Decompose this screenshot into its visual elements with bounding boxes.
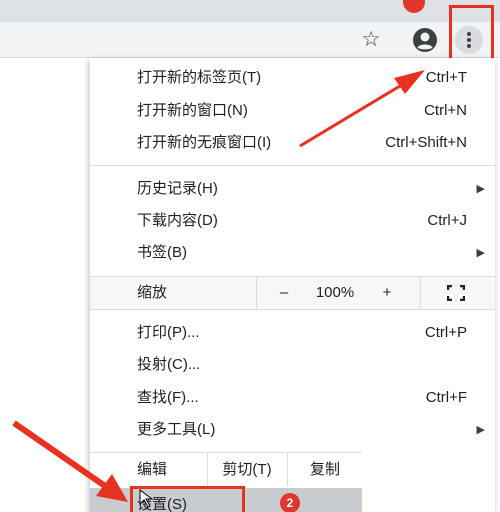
menu-item-label: 投射(C)... [137, 356, 201, 373]
menu-item-cast[interactable]: 投射(C)... [90, 350, 495, 380]
menu-item-shortcut: Ctrl+N [424, 102, 467, 119]
menu-item-label: 打开新的无痕窗口(I) [137, 134, 272, 151]
chrome-main-menu: 打开新的标签页(T) Ctrl+T 打开新的窗口(N) Ctrl+N 打开新的无… [90, 58, 495, 512]
menu-zoom-row: 缩放 – 100% + [90, 276, 495, 310]
fullscreen-icon[interactable] [447, 285, 465, 301]
submenu-arrow-icon: ▶ [476, 424, 485, 436]
menu-edit-row: 编辑 剪切(T) 复制 [90, 452, 362, 486]
annotation-step2-badge: 2 [280, 493, 300, 512]
copy-button[interactable]: 复制 [288, 453, 362, 486]
zoom-level: 100% [315, 284, 355, 301]
menu-item-shortcut: Ctrl+T [425, 69, 467, 86]
bookmark-star-icon[interactable]: ☆ [358, 27, 384, 53]
menu-item-shortcut: Ctrl+F [425, 389, 467, 406]
zoom-divider [256, 277, 257, 309]
menu-item-shortcut: Ctrl+Shift+N [385, 134, 467, 151]
menu-item-label: 更多工具(L) [137, 421, 216, 438]
submenu-arrow-icon: ▶ [476, 183, 485, 195]
menu-item-more-tools[interactable]: 更多工具(L) ▶ [90, 415, 495, 445]
menu-item-shortcut: Ctrl+J [427, 212, 467, 229]
browser-tab-strip [0, 0, 500, 22]
menu-item-label: 历史记录(H) [137, 180, 218, 197]
menu-item-label: 打开新的窗口(N) [137, 102, 248, 119]
menu-item-history[interactable]: 历史记录(H) ▶ [90, 174, 495, 204]
menu-item-bookmarks[interactable]: 书签(B) ▶ [90, 238, 495, 268]
menu-item-label: 打印(P)... [137, 324, 200, 341]
zoom-divider [420, 277, 421, 309]
menu-item-new-tab[interactable]: 打开新的标签页(T) Ctrl+T [90, 63, 495, 93]
menu-item-label: 书签(B) [137, 244, 187, 261]
annotation-menu-highlight-box [449, 5, 494, 64]
profile-avatar-icon[interactable] [412, 27, 438, 53]
menu-item-new-window[interactable]: 打开新的窗口(N) Ctrl+N [90, 96, 495, 126]
zoom-label: 缩放 [137, 284, 168, 301]
menu-item-print[interactable]: 打印(P)... Ctrl+P [90, 318, 495, 348]
submenu-arrow-icon: ▶ [476, 247, 485, 259]
zoom-in-button[interactable]: + [373, 277, 401, 309]
menu-item-label: 打开新的标签页(T) [137, 69, 262, 86]
zoom-out-button[interactable]: – [270, 277, 298, 309]
address-bar[interactable] [0, 27, 395, 53]
menu-item-shortcut: Ctrl+P [424, 324, 467, 341]
menu-separator [90, 165, 495, 166]
cut-button[interactable]: 剪切(T) [208, 453, 286, 486]
menu-item-label: 下载内容(D) [137, 212, 218, 229]
edit-label: 编辑 [137, 461, 168, 478]
annotation-settings-highlight-box [130, 486, 245, 512]
menu-item-label: 查找(F)... [137, 389, 199, 406]
menu-item-find[interactable]: 查找(F)... Ctrl+F [90, 383, 495, 413]
menu-item-downloads[interactable]: 下载内容(D) Ctrl+J [90, 206, 495, 236]
menu-item-new-incognito-window[interactable]: 打开新的无痕窗口(I) Ctrl+Shift+N [90, 128, 495, 158]
